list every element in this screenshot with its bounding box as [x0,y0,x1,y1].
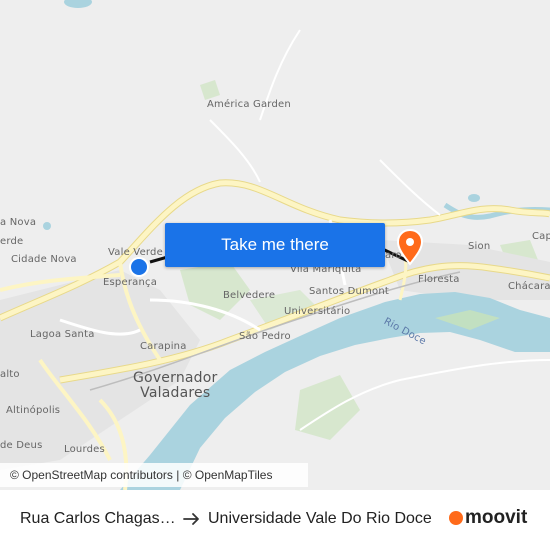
label-sao-pedro: São Pedro [239,331,291,342]
road [379,159,441,216]
label-lagoa-santa: Lagoa Santa [30,329,95,340]
label-santos-dumont: Santos Dumont [309,286,389,297]
label-ipe: aro [385,250,402,261]
moovit-logo-icon [449,511,463,525]
lake [468,194,480,202]
map-attribution[interactable]: © OpenStreetMap contributors | © OpenMap… [0,463,308,487]
moovit-wordmark: moovit [465,507,528,528]
label-cap: Cap [532,231,550,242]
origin-marker[interactable] [131,259,147,275]
origin-name: Rua Carlos Chagas, 40 [20,510,178,527]
park-area [295,375,360,440]
label-vila-nova: a Nova [0,217,37,228]
label-esperanca: Esperança [103,277,158,288]
label-carapina: Carapina [140,341,187,352]
label-vale-verde: Vale Verde [108,247,163,258]
label-alto: alto [0,369,20,380]
label-altinopolis: Altinópolis [6,405,61,416]
label-belvedere: Belvedere [223,290,276,301]
moovit-logo[interactable]: moovit [449,507,527,529]
label-lourdes: Lourdes [64,444,105,455]
destination-name: Universidade Vale Do Rio Doce [208,510,432,527]
label-universitario: Universitário [284,306,351,317]
label-sion: Sion [468,241,491,252]
label-cidade-nova: Cidade Nova [11,254,77,265]
label-america-garden: América Garden [207,99,291,110]
take-me-there-button[interactable]: Take me there [165,223,385,267]
label-chacara: Chácara [508,281,550,292]
map[interactable]: América Garden a Nova erde Cidade Nova V… [0,0,550,490]
lake [43,222,51,230]
label-governador-valadares: Governador Valadares [133,370,218,401]
label-de-deus: de Deus [0,440,43,451]
park-area [200,80,220,100]
arrow-right-icon [183,513,199,525]
road [209,119,261,183]
label-floresta: Floresta [418,274,460,285]
lake [64,0,92,8]
route-footer: Rua Carlos Chagas, 40 Universidade Vale … [0,490,550,550]
label-verde: erde [0,236,24,247]
